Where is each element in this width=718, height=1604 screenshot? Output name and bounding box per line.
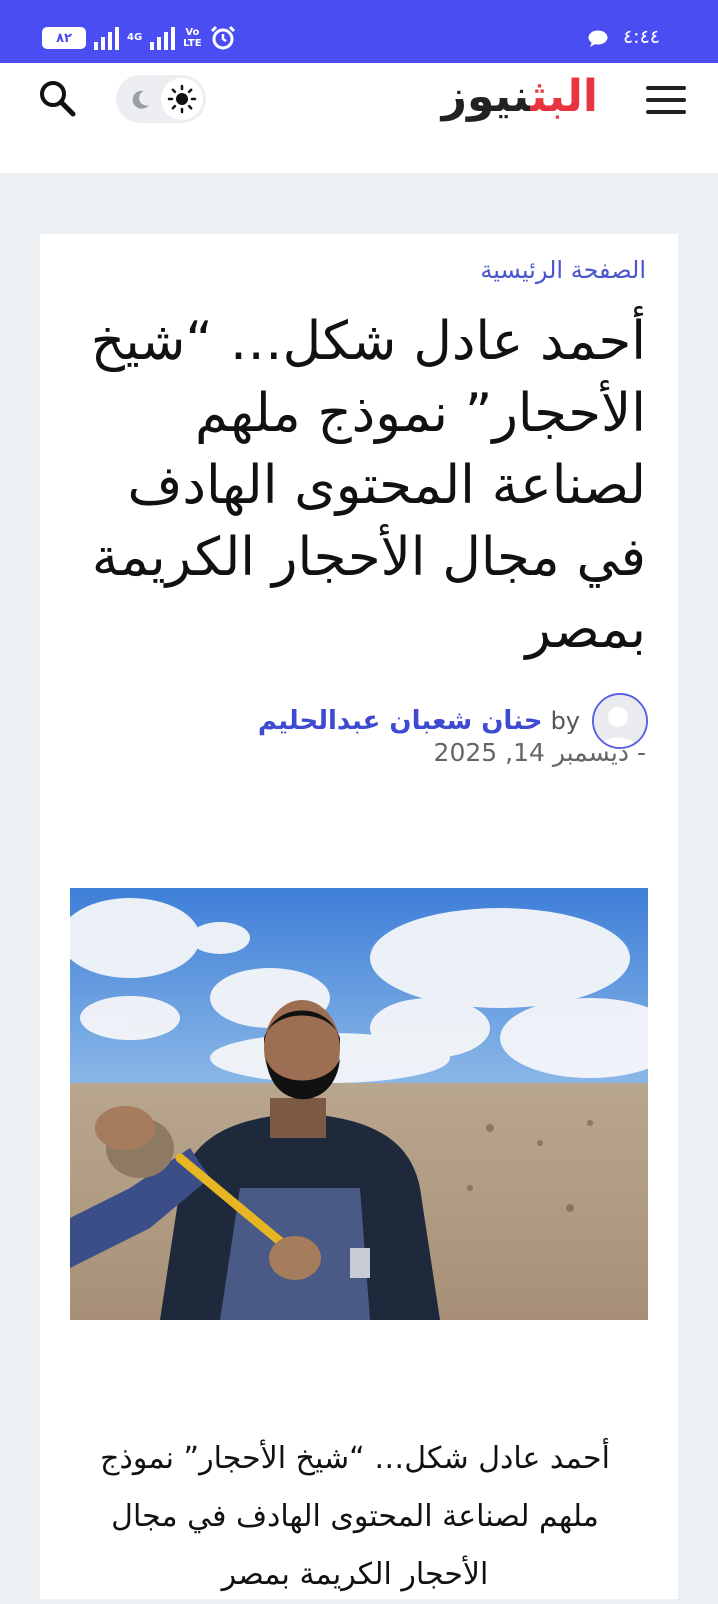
moon-icon: [132, 90, 149, 109]
article-photo: [70, 888, 648, 1320]
signal-icon: [94, 26, 119, 50]
alarm-icon: [210, 25, 235, 50]
menu-icon[interactable]: [646, 83, 686, 117]
status-left: ٨٢ 4G Vo LTE: [42, 25, 236, 51]
breadcrumb[interactable]: الصفحة الرئيسية: [480, 256, 646, 284]
theme-toggle[interactable]: [116, 75, 206, 123]
status-bar: ٨٢ 4G Vo LTE ٤:٤٤: [0, 0, 718, 63]
theme-toggle-knob: [161, 78, 203, 120]
site-header: البثنيوز: [0, 63, 718, 173]
logo-dark-text: نيوز: [441, 71, 531, 122]
publish-date: - ديسمبر 14, 2025: [433, 738, 646, 767]
status-time: ٤:٤٤: [622, 26, 660, 48]
article-card: الصفحة الرئيسية أحمد عادل شكل… “شيخ الأح…: [40, 234, 678, 1599]
article-excerpt: أحمد عادل شكل… “شيخ الأحجار” نموذج ملهم …: [100, 1441, 610, 1592]
article-image: [70, 888, 648, 1320]
battery-indicator: ٨٢: [42, 27, 86, 49]
article-title: أحمد عادل شكل… “شيخ الأحجار” نموذج ملهم …: [90, 311, 646, 660]
logo-red-text: البث: [530, 71, 598, 122]
network-type: 4G: [127, 32, 143, 43]
chat-icon: [588, 30, 608, 47]
volte-indicator: Vo LTE: [183, 27, 202, 49]
search-icon[interactable]: [36, 77, 78, 119]
site-logo[interactable]: البثنيوز: [442, 71, 598, 122]
signal-icon-2: [150, 26, 176, 50]
author-link[interactable]: حنان شعبان عبدالحليم: [258, 706, 543, 736]
by-label: by: [550, 707, 580, 735]
sun-icon: [167, 84, 197, 114]
